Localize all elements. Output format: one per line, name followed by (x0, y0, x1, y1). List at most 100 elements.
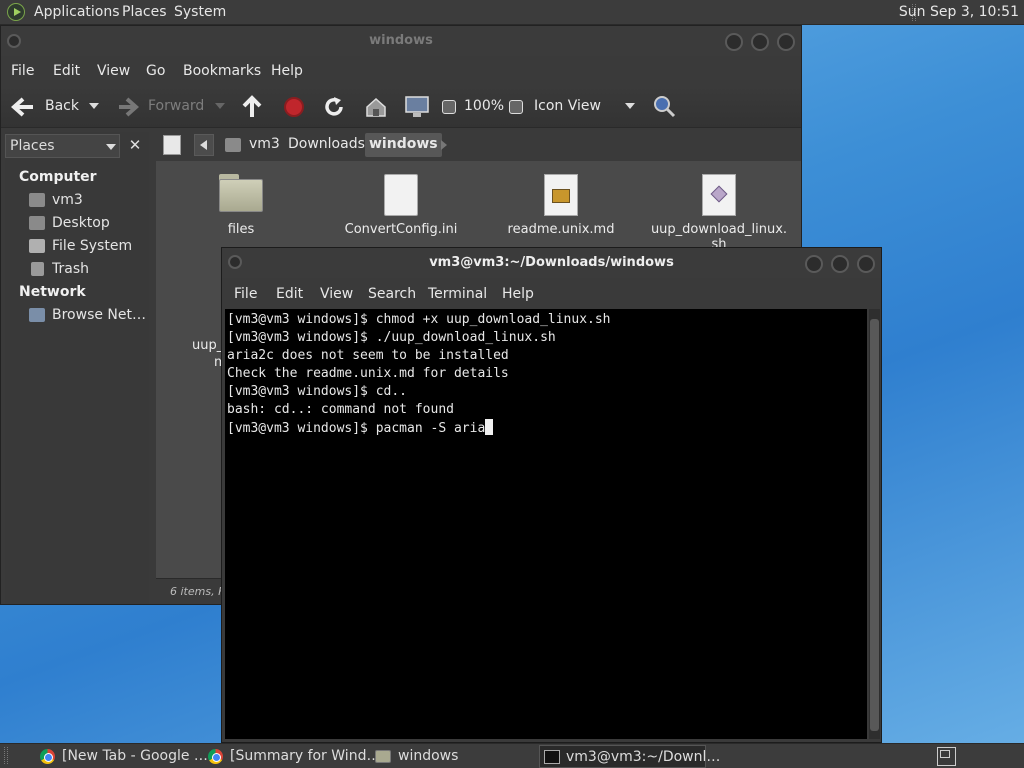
terminal-line: [vm3@vm3 windows]$ cd.. (227, 384, 408, 399)
text-image-icon (544, 174, 578, 216)
edit-location-icon[interactable] (163, 135, 181, 155)
sidebar-close-icon[interactable]: ✕ (127, 136, 143, 154)
trash-icon (31, 262, 44, 276)
close-button[interactable] (777, 33, 795, 51)
path-right-arrow-icon[interactable] (441, 140, 447, 150)
sidebar-heading-computer: Computer (19, 169, 97, 185)
zoom-in-icon[interactable] (509, 100, 523, 114)
terminal-titlebar[interactable]: vm3@vm3:~/Downloads/windows (222, 248, 881, 278)
forward-arrow-icon (119, 97, 139, 117)
file-name: ConvertConfig.ini (344, 222, 458, 237)
drive-icon (29, 239, 45, 253)
file-manager-toolbar: Back Forward 100% Icon View (1, 86, 801, 128)
terminal-line: Check the readme.unix.md for details (227, 366, 509, 381)
menu-edit[interactable]: Edit (276, 286, 303, 302)
terminal-command: [vm3@vm3 windows]$ pacman -S aria (227, 421, 486, 436)
menu-go[interactable]: Go (146, 63, 165, 79)
maximize-button[interactable] (831, 255, 849, 273)
search-icon[interactable] (653, 95, 677, 119)
folder-icon (219, 174, 263, 212)
menu-view[interactable]: View (320, 286, 353, 302)
task-label: vm3@vm3:~/Downl… (566, 749, 721, 765)
up-arrow-icon[interactable] (241, 95, 263, 119)
maximize-button[interactable] (751, 33, 769, 51)
view-mode-chevron-icon[interactable] (625, 103, 635, 109)
terminal-line: bash: cd..: command not found (227, 402, 454, 417)
path-bar: vm3 Downloads windows (156, 129, 801, 161)
path-left-arrow-icon[interactable] (194, 134, 214, 156)
task-button[interactable]: windows (372, 745, 536, 768)
back-history-chevron-icon[interactable] (89, 103, 99, 109)
computer-icon[interactable] (404, 95, 430, 119)
task-button[interactable]: [New Tab - Google … (36, 745, 208, 768)
menu-system[interactable]: System (174, 4, 226, 20)
sidebar-item-vm3[interactable]: vm3 (29, 191, 149, 211)
menu-view[interactable]: View (97, 63, 130, 79)
file-name: readme.unix.md (507, 222, 615, 237)
top-panel: Applications Places System Sun Sep 3, 10… (0, 0, 1024, 25)
forward-button[interactable]: Forward (148, 98, 204, 114)
file-item[interactable]: uup_download_linux. sh (644, 174, 794, 252)
task-button-active[interactable]: vm3@vm3:~/Downl… (539, 745, 720, 768)
menu-file[interactable]: File (234, 286, 257, 302)
distro-logo-icon[interactable] (7, 3, 25, 21)
file-item[interactable]: files (166, 174, 316, 237)
terminal-screen[interactable]: [vm3@vm3 windows]$ chmod +x uup_download… (225, 309, 867, 739)
sidebar-item-desktop[interactable]: Desktop (29, 214, 149, 234)
minimize-button[interactable] (805, 255, 823, 273)
menu-search[interactable]: Search (368, 286, 416, 302)
window-title: windows (369, 33, 433, 48)
menu-edit[interactable]: Edit (53, 63, 80, 79)
back-button[interactable]: Back (45, 98, 79, 114)
task-label: [New Tab - Google … (62, 748, 208, 764)
stop-icon[interactable] (284, 97, 304, 117)
terminal-input-line[interactable]: [vm3@vm3 windows]$ pacman -S aria (227, 419, 611, 438)
places-chevron-icon (106, 144, 116, 150)
terminal-cursor (485, 419, 494, 435)
menu-help[interactable]: Help (271, 63, 303, 79)
sidebar-item-file-system[interactable]: File System (29, 237, 149, 257)
menu-terminal[interactable]: Terminal (428, 286, 487, 302)
chrome-icon (208, 749, 223, 764)
file-manager-titlebar[interactable]: windows (1, 26, 801, 56)
sidebar: Places ✕ Computer vm3 Desktop File Syste… (5, 132, 149, 604)
back-arrow-icon[interactable] (11, 96, 35, 118)
breadcrumb-windows[interactable]: windows (365, 133, 442, 157)
places-select-label: Places (10, 138, 55, 154)
file-item[interactable]: readme.unix.md (486, 174, 636, 237)
zoom-out-icon[interactable] (442, 100, 456, 114)
task-label: windows (398, 748, 459, 764)
breadcrumb-vm3[interactable]: vm3 (245, 133, 284, 157)
view-mode-select[interactable]: Icon View (534, 98, 601, 114)
taskbar: [New Tab - Google … [Summary for Wind… w… (0, 743, 1024, 768)
terminal-scrollbar[interactable] (869, 309, 880, 739)
workspace-switcher-icon[interactable] (937, 747, 956, 766)
terminal-output: [vm3@vm3 windows]$ chmod +x uup_download… (227, 311, 611, 438)
task-label: [Summary for Wind… (230, 748, 381, 764)
task-button[interactable]: [Summary for Wind… (204, 745, 380, 768)
menu-applications[interactable]: Applications (34, 4, 120, 20)
places-select[interactable]: Places (5, 134, 120, 158)
menu-help[interactable]: Help (502, 286, 534, 302)
minimize-button[interactable] (725, 33, 743, 51)
file-manager-menubar: File Edit View Go Bookmarks Help (1, 58, 801, 84)
breadcrumb-downloads[interactable]: Downloads (284, 133, 369, 157)
terminal-line: aria2c does not seem to be installed (227, 348, 509, 363)
scrollbar-thumb[interactable] (870, 319, 879, 731)
forward-history-chevron-icon[interactable] (215, 103, 225, 109)
menu-places[interactable]: Places (122, 4, 167, 20)
home-icon[interactable] (365, 96, 387, 118)
sidebar-item-browse-network[interactable]: Browse Net… (29, 306, 149, 326)
terminal-menubar: File Edit View Search Terminal Help (222, 281, 881, 307)
menu-file[interactable]: File (11, 63, 34, 79)
sidebar-item-trash[interactable]: Trash (29, 260, 149, 280)
menu-bookmarks[interactable]: Bookmarks (183, 63, 261, 79)
panel-grip (4, 747, 8, 764)
close-button[interactable] (857, 255, 875, 273)
file-item[interactable]: ConvertConfig.ini (326, 174, 476, 237)
desktop-folder-icon (29, 216, 45, 230)
clock[interactable]: Sun Sep 3, 10:51 (899, 4, 1019, 20)
reload-icon[interactable] (323, 96, 345, 118)
terminal-window: vm3@vm3:~/Downloads/windows File Edit Vi… (221, 247, 882, 743)
chrome-icon (40, 749, 55, 764)
